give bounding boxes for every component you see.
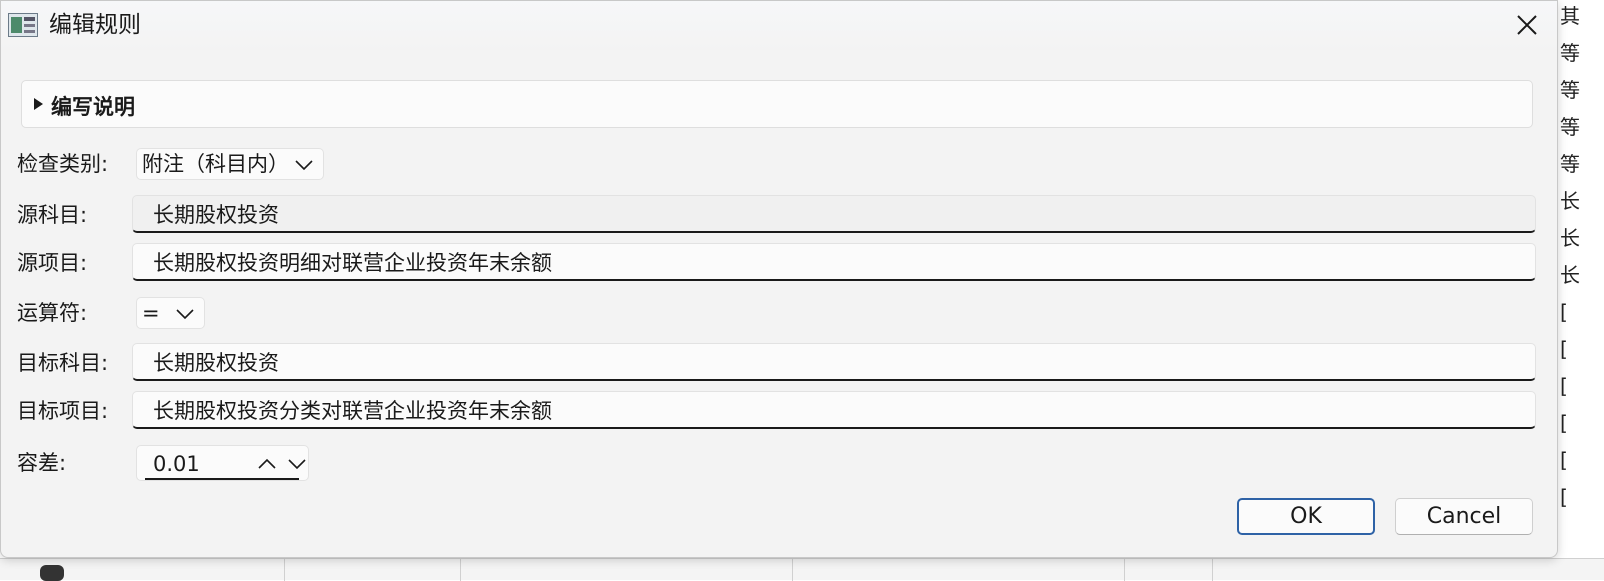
column-divider	[792, 559, 793, 581]
close-button[interactable]	[1501, 5, 1553, 45]
background-cell-text: [	[1560, 448, 1568, 472]
background-cell-text: 长	[1560, 189, 1580, 213]
chevron-up-icon[interactable]	[257, 457, 277, 471]
tolerance-spinbox[interactable]: 0.01	[136, 445, 309, 481]
background-cell-text: 等	[1560, 78, 1580, 102]
cancel-button[interactable]: Cancel	[1395, 498, 1533, 535]
tolerance-value: 0.01	[153, 452, 200, 476]
ok-button[interactable]: OK	[1237, 498, 1375, 535]
background-window-edge: 其等等等等长长长[[[[[[	[1558, 0, 1604, 580]
column-divider	[1212, 559, 1213, 581]
source-item-label: 源项目:	[17, 251, 88, 275]
app-icon	[8, 13, 38, 37]
target-item-field[interactable]: 长期股权投资分类对联营企业投资年末余额	[132, 391, 1536, 429]
tolerance-label: 容差:	[17, 451, 67, 475]
target-item-value: 长期股权投资分类对联营企业投资年末余额	[153, 399, 552, 423]
source-account-field[interactable]: 长期股权投资	[132, 195, 1536, 233]
background-cell-text: 其	[1560, 4, 1580, 28]
close-icon	[1517, 15, 1537, 35]
chevron-down-icon	[176, 309, 194, 320]
title-bar: 编辑规则	[1, 1, 1557, 51]
background-cell-text: [	[1560, 411, 1568, 435]
source-account-value: 长期股权投资	[153, 203, 279, 227]
column-divider	[460, 559, 461, 581]
background-cell-text: 长	[1560, 263, 1580, 287]
background-cell-text: [	[1560, 485, 1568, 509]
check-type-label: 检查类别:	[17, 152, 109, 176]
operator-select[interactable]: =	[136, 297, 205, 329]
background-cell-text: [	[1560, 300, 1568, 324]
operator-label: 运算符:	[17, 301, 88, 325]
check-type-value: 附注（科目内）	[142, 152, 289, 176]
dialog-title: 编辑规则	[49, 12, 141, 38]
operator-value: =	[142, 301, 160, 325]
source-item-value: 长期股权投资明细对联营企业投资年末余额	[153, 251, 552, 275]
target-item-label: 目标项目:	[17, 399, 109, 423]
background-cell-text: [	[1560, 374, 1568, 398]
check-type-select[interactable]: 附注（科目内）	[136, 148, 324, 180]
source-account-label: 源科目:	[17, 203, 88, 227]
target-account-label: 目标科目:	[17, 351, 109, 375]
background-cell-text: 等	[1560, 115, 1580, 139]
background-cell-text: 长	[1560, 226, 1580, 250]
chevron-down-icon[interactable]	[287, 457, 307, 471]
background-cell-text: 等	[1560, 41, 1580, 65]
background-window-bottom	[0, 558, 1604, 581]
source-item-field[interactable]: 长期股权投资明细对联营企业投资年末余额	[132, 243, 1536, 281]
spinbox-underline	[145, 478, 299, 480]
background-cell-text: [	[1560, 337, 1568, 361]
column-divider	[1124, 559, 1125, 581]
column-divider	[284, 559, 285, 581]
target-account-field[interactable]: 长期股权投资	[132, 343, 1536, 381]
expand-arrow-icon	[34, 98, 43, 110]
target-account-value: 长期股权投资	[153, 351, 279, 375]
edit-rule-dialog: 编辑规则 编写说明 检查类别: 附注（科目内） 源科目: 长期股权投资 源项目:…	[0, 0, 1558, 558]
expander-label: 编写说明	[51, 95, 135, 119]
background-cell-text: 等	[1560, 152, 1580, 176]
chevron-down-icon	[295, 160, 313, 171]
background-control	[40, 565, 64, 581]
instructions-expander[interactable]: 编写说明	[21, 80, 1533, 128]
